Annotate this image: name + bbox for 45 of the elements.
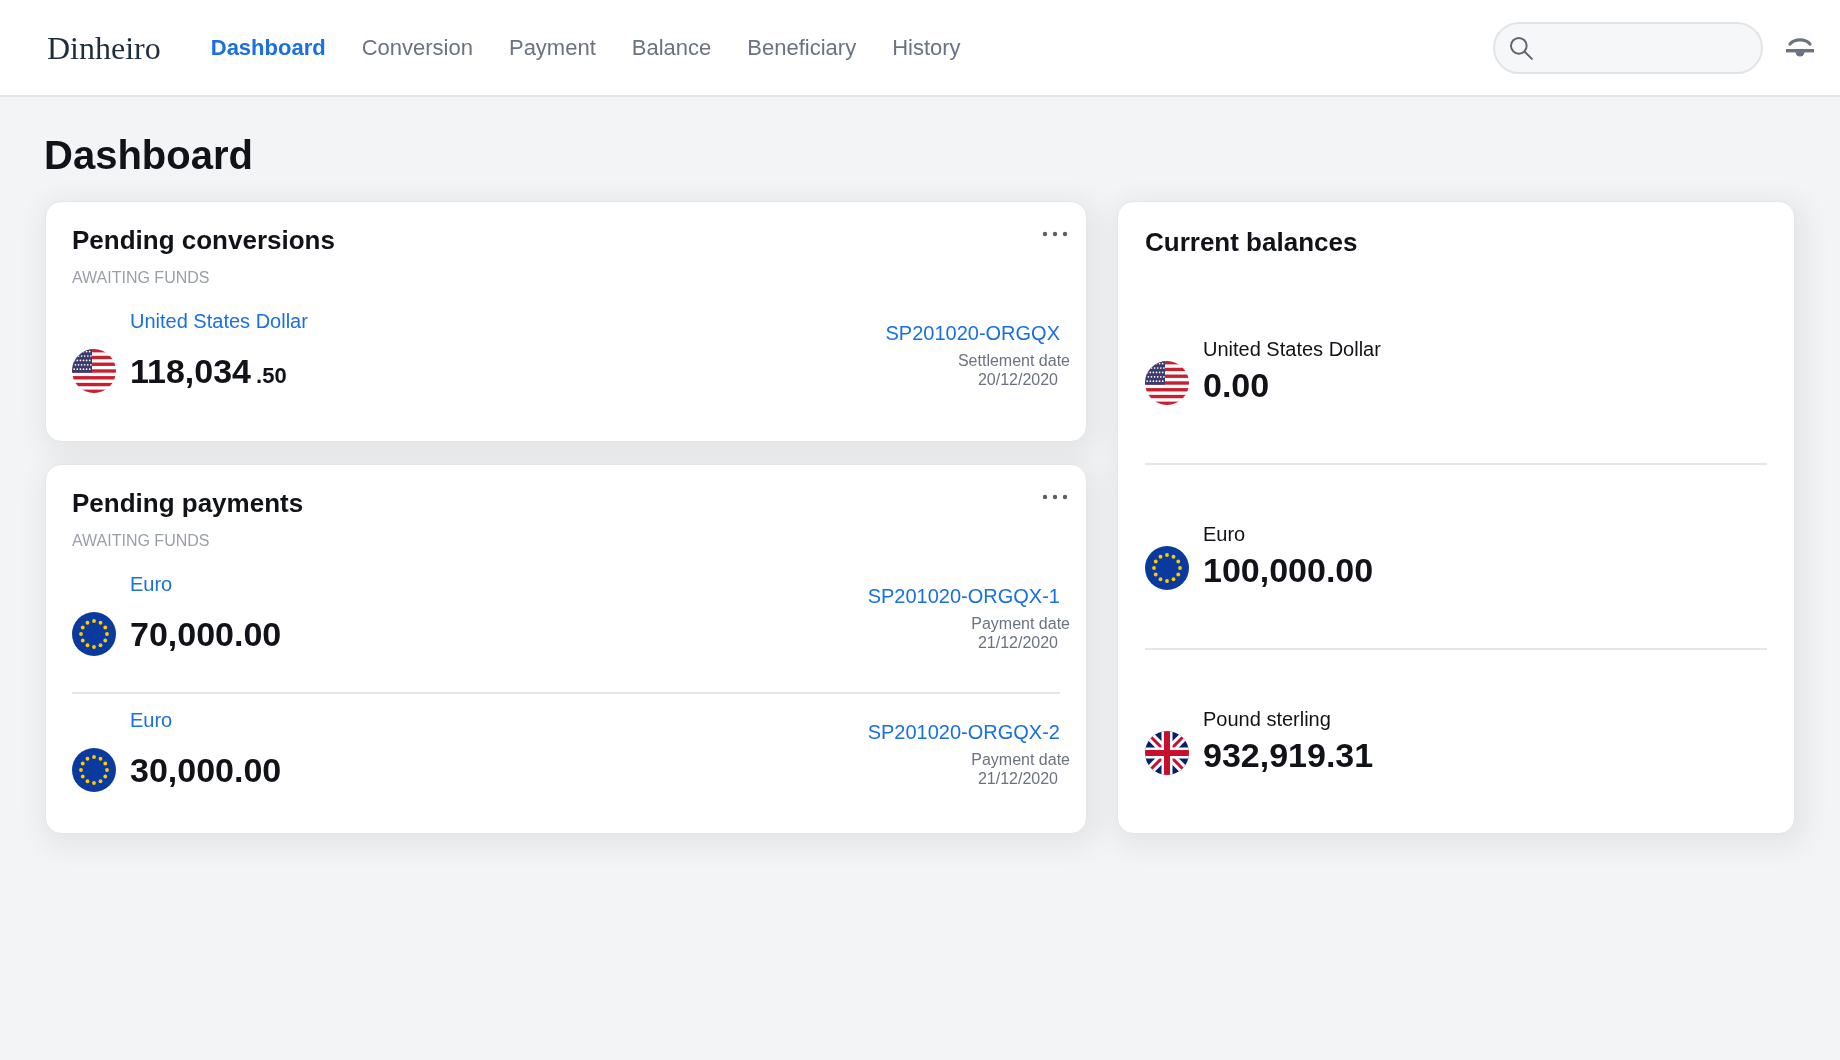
date-label: Payment date: [971, 750, 1070, 769]
date-value: 21/12/2020: [977, 769, 1058, 788]
search-field[interactable]: [1493, 21, 1763, 74]
page-title: Dashboard: [44, 132, 254, 179]
currency-link[interactable]: United States Dollar: [130, 309, 308, 333]
eu-flag-icon: [72, 612, 116, 656]
date-value: 21/12/2020: [977, 633, 1058, 652]
balance-amount: 100,000.00: [1203, 550, 1374, 590]
balance-amount: 0.00: [1203, 365, 1271, 405]
nav-tab[interactable]: Conversion: [361, 34, 473, 61]
logo[interactable]: Dinheiro: [47, 31, 161, 64]
date-value: 20/12/2020: [977, 370, 1058, 389]
more-options-icon[interactable]: [1042, 494, 1068, 500]
nav-tab[interactable]: History: [892, 34, 961, 61]
nav-tab[interactable]: Dashboard: [210, 34, 326, 61]
currency-link[interactable]: Euro: [130, 708, 173, 732]
date-label: Settlement date: [957, 351, 1070, 370]
card-title: Pending conversions: [72, 224, 335, 256]
card-title: Current balances: [1145, 226, 1359, 258]
currency-name: Pound sterling: [1203, 707, 1332, 731]
status-label: AWAITING FUNDS: [72, 268, 211, 288]
card-title: Pending payments: [72, 487, 304, 519]
us-flag-icon: [1145, 361, 1189, 405]
amount: 118,034: [130, 351, 252, 391]
eu-flag-icon: [72, 748, 116, 792]
search-icon: [1509, 35, 1533, 60]
us-flag-icon: [72, 349, 116, 393]
amount: 30,000.00: [130, 750, 282, 790]
more-options-icon[interactable]: [1042, 231, 1068, 237]
amount-fraction: .50: [256, 363, 287, 389]
currency-name: Euro: [1203, 522, 1247, 546]
eu-flag-icon: [1145, 546, 1189, 590]
date-label: Payment date: [971, 614, 1070, 633]
reference-link[interactable]: SP201020-ORGQX: [885, 321, 1060, 345]
balance-amount: 932,919.31: [1203, 735, 1374, 775]
reference-link[interactable]: SP201020-ORGQX-2: [867, 720, 1060, 744]
reference-link[interactable]: SP201020-ORGQX-1: [867, 584, 1060, 608]
nav-tab[interactable]: Balance: [631, 34, 712, 61]
currency-name: United States Dollar: [1203, 337, 1381, 361]
nav-tab[interactable]: Beneficiary: [747, 34, 857, 61]
nav-tab[interactable]: Payment: [508, 34, 596, 61]
currency-link[interactable]: Euro: [130, 572, 173, 596]
amount: 70,000.00: [130, 614, 282, 654]
status-label: AWAITING FUNDS: [72, 531, 211, 551]
uk-flag-icon: [1145, 731, 1189, 775]
